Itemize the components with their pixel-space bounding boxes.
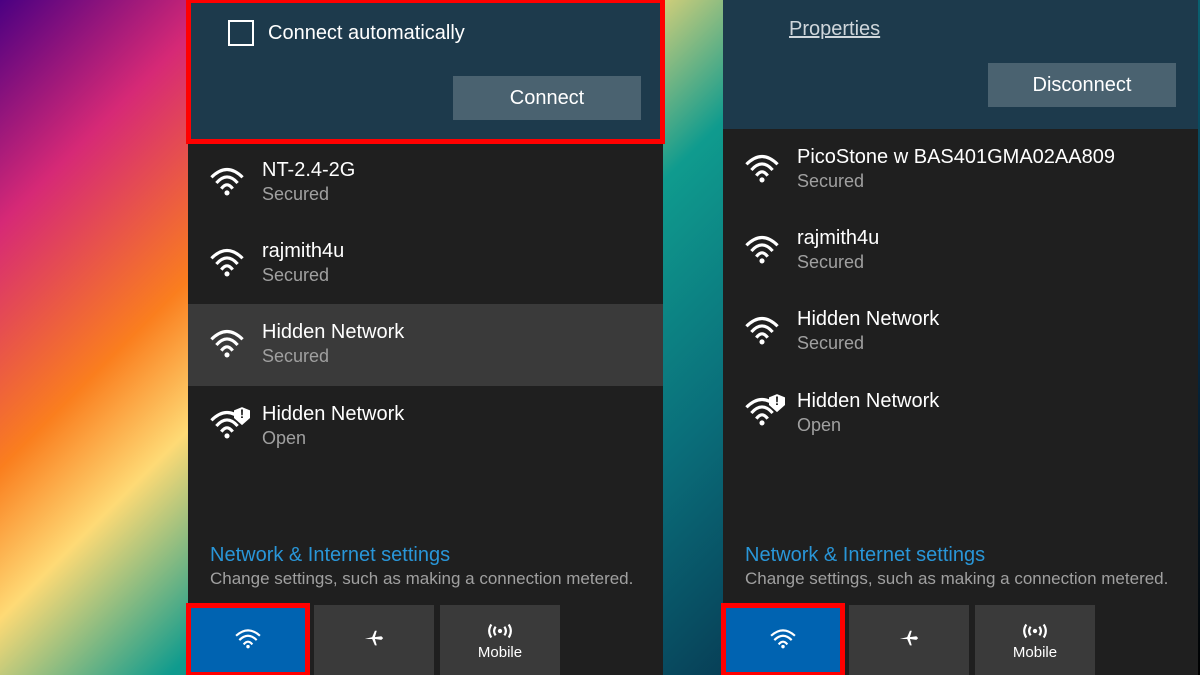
network-security: Secured xyxy=(262,263,344,288)
network-security: Secured xyxy=(797,169,1115,194)
network-name: Hidden Network xyxy=(262,320,404,344)
mobile-hotspot-tile[interactable]: Mobile xyxy=(440,605,560,675)
network-list: NT-2.4-2GSecuredrajmith4uSecuredHidden N… xyxy=(188,142,663,534)
wifi-open-icon xyxy=(745,396,779,430)
network-item[interactable]: NT-2.4-2GSecured xyxy=(188,142,663,223)
network-item[interactable]: PicoStone w BAS401GMA02AA809Secured xyxy=(723,129,1198,210)
network-name: PicoStone w BAS401GMA02AA809 xyxy=(797,145,1115,169)
wifi-icon xyxy=(745,315,779,349)
network-text: Hidden NetworkSecured xyxy=(262,320,404,369)
network-item[interactable]: Hidden NetworkOpen xyxy=(723,373,1198,454)
network-name: Hidden Network xyxy=(797,307,939,331)
mobile-hotspot-icon xyxy=(487,620,513,642)
network-security: Secured xyxy=(797,331,939,356)
network-text: NT-2.4-2GSecured xyxy=(262,158,355,207)
network-text: rajmith4uSecured xyxy=(797,226,879,275)
network-settings-link[interactable]: Network & Internet settings xyxy=(745,544,1176,567)
wifi-flyout-left: Connect automatically Connect NT-2.4-2GS… xyxy=(188,0,663,675)
network-name: rajmith4u xyxy=(262,239,344,263)
network-item[interactable]: rajmith4uSecured xyxy=(723,210,1198,291)
mobile-hotspot-tile[interactable]: Mobile xyxy=(975,605,1095,675)
network-security: Open xyxy=(262,426,404,451)
network-security: Secured xyxy=(797,250,879,275)
network-text: Hidden NetworkOpen xyxy=(797,389,939,438)
wifi-icon xyxy=(745,153,779,187)
disconnect-button[interactable]: Disconnect xyxy=(988,63,1176,107)
wifi-tile[interactable] xyxy=(723,605,843,675)
network-item[interactable]: Hidden NetworkSecured xyxy=(723,291,1198,372)
wifi-open-icon xyxy=(210,409,244,443)
connect-automatically-checkbox[interactable] xyxy=(228,20,254,46)
network-settings-subtitle: Change settings, such as making a connec… xyxy=(210,569,641,589)
wifi-icon xyxy=(745,234,779,268)
network-item[interactable]: rajmith4uSecured xyxy=(188,223,663,304)
mobile-tile-label: Mobile xyxy=(1013,644,1057,661)
connect-automatically-row[interactable]: Connect automatically xyxy=(210,0,641,76)
quick-action-tiles: Mobile xyxy=(723,605,1198,675)
network-security: Open xyxy=(797,413,939,438)
wifi-icon xyxy=(210,247,244,281)
network-text: rajmith4uSecured xyxy=(262,239,344,288)
connect-button[interactable]: Connect xyxy=(453,76,641,120)
airplane-mode-tile[interactable] xyxy=(849,605,969,675)
mobile-hotspot-icon xyxy=(1022,620,1048,642)
quick-action-tiles: Mobile xyxy=(188,605,663,675)
network-settings-subtitle: Change settings, such as making a connec… xyxy=(745,569,1176,589)
airplane-mode-tile[interactable] xyxy=(314,605,434,675)
wifi-icon xyxy=(770,628,796,650)
network-item[interactable]: Hidden NetworkOpen xyxy=(188,386,663,467)
network-name: Hidden Network xyxy=(797,389,939,413)
network-settings-section[interactable]: Network & Internet settings Change setti… xyxy=(188,534,663,595)
network-name: rajmith4u xyxy=(797,226,879,250)
wifi-flyout-right: Properties Disconnect PicoStone w BAS401… xyxy=(723,0,1198,675)
network-text: Hidden NetworkOpen xyxy=(262,402,404,451)
network-text: Hidden NetworkSecured xyxy=(797,307,939,356)
mobile-tile-label: Mobile xyxy=(478,644,522,661)
network-settings-link[interactable]: Network & Internet settings xyxy=(210,544,641,567)
wifi-icon xyxy=(210,166,244,200)
expanded-network-section: Connect automatically Connect xyxy=(188,0,663,142)
wifi-tile[interactable] xyxy=(188,605,308,675)
wifi-icon xyxy=(235,628,261,650)
network-text: PicoStone w BAS401GMA02AA809Secured xyxy=(797,145,1115,194)
network-list: PicoStone w BAS401GMA02AA809Securedrajmi… xyxy=(723,129,1198,534)
network-security: Secured xyxy=(262,182,355,207)
network-name: Hidden Network xyxy=(262,402,404,426)
wifi-icon xyxy=(210,328,244,362)
network-item[interactable]: Hidden NetworkSecured xyxy=(188,304,663,385)
network-security: Secured xyxy=(262,344,404,369)
connect-automatically-label: Connect automatically xyxy=(268,22,465,45)
network-settings-section[interactable]: Network & Internet settings Change setti… xyxy=(723,534,1198,595)
airplane-icon xyxy=(896,628,922,650)
network-name: NT-2.4-2G xyxy=(262,158,355,182)
properties-link[interactable]: Properties xyxy=(789,18,880,41)
expanded-network-section: Properties Disconnect xyxy=(723,0,1198,129)
airplane-icon xyxy=(361,628,387,650)
